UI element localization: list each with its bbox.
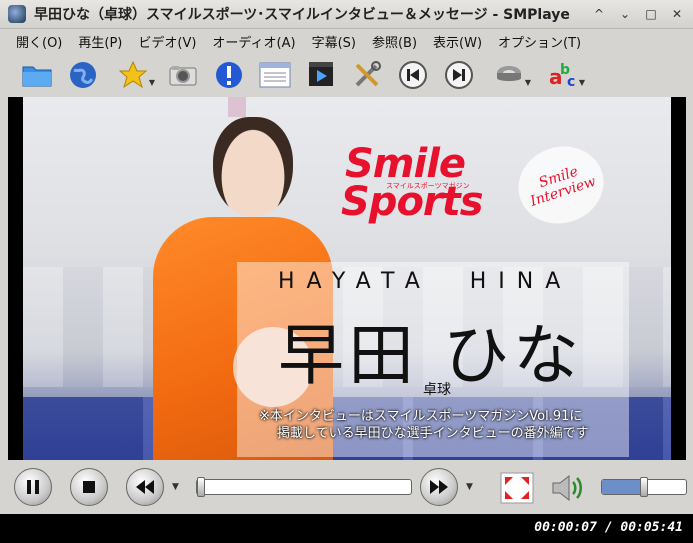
folder-icon	[22, 66, 52, 87]
chevron-down-icon: ▼	[524, 78, 531, 87]
next-button[interactable]	[440, 57, 478, 93]
audio-track-button[interactable]: ▼	[486, 57, 532, 93]
smile-sports-logo: Smile Sports スマイルスポーツマガジン	[341, 141, 511, 225]
subtitles-button[interactable]: a b c ▼	[540, 57, 586, 93]
rewind-menu-chevron-icon[interactable]: ▼	[172, 482, 179, 492]
info-button[interactable]	[210, 57, 248, 93]
maximize-button[interactable]: □	[641, 4, 661, 24]
main-toolbar: ▼ ▼ a b c ▼	[0, 53, 693, 97]
forward-icon	[430, 480, 448, 494]
video-frame-image: Smile Sports スマイルスポーツマガジン Smile Intervie…	[23, 97, 671, 460]
shade-button[interactable]: ^	[589, 4, 609, 24]
chevron-down-icon: ▼	[148, 78, 155, 87]
caption-line-2: 掲載している早田ひな選手インタビューの番外編です	[277, 426, 589, 441]
menu-options[interactable]: オプション(T)	[490, 32, 589, 51]
playlist-button[interactable]	[256, 57, 294, 93]
fullscreen-button[interactable]	[497, 470, 537, 506]
background-sign	[228, 97, 246, 117]
athlete-sport: 卓球	[423, 382, 451, 398]
favorites-star-icon	[118, 60, 148, 89]
menu-subtitles[interactable]: 字幕(S)	[304, 32, 364, 51]
menu-play[interactable]: 再生(P)	[70, 32, 130, 51]
globe-icon	[70, 62, 96, 88]
seek-slider[interactable]	[196, 477, 412, 497]
previous-button[interactable]	[394, 57, 432, 93]
volume-slider[interactable]	[601, 477, 687, 497]
next-icon	[445, 61, 473, 89]
menu-view[interactable]: 表示(W)	[425, 32, 490, 51]
caption-note: ※本インタビューはスマイルスポーツマガジンVol.91に 掲載している早田ひな選…	[259, 408, 669, 442]
status-bar: 00:00:07 / 00:05:41	[0, 514, 693, 543]
close-button[interactable]: ✕	[667, 4, 687, 24]
menu-open[interactable]: 開く(O)	[8, 32, 70, 51]
chevron-down-icon: ▼	[578, 78, 585, 87]
open-url-button[interactable]	[64, 57, 102, 93]
audio-track-icon	[497, 66, 521, 81]
svg-text:c: c	[567, 74, 575, 90]
rewind-button[interactable]	[126, 468, 164, 506]
volume-level	[602, 480, 644, 494]
smile-interview-badge: Smile Interview	[508, 135, 614, 235]
smplayer-app-icon	[8, 5, 26, 23]
menu-browse[interactable]: 参照(B)	[364, 32, 425, 51]
favorites-button[interactable]: ▼	[110, 57, 156, 93]
pause-icon	[27, 480, 39, 494]
volume-handle[interactable]	[640, 477, 648, 497]
pause-button[interactable]	[14, 468, 52, 506]
athlete-head	[213, 117, 293, 217]
video-display[interactable]: Smile Sports スマイルスポーツマガジン Smile Intervie…	[8, 97, 686, 460]
stop-button[interactable]	[70, 468, 108, 506]
screenshot-camera-icon	[169, 66, 197, 86]
athlete-romaji-name: HAYATA HINA	[278, 269, 573, 294]
fullscreen-icon	[500, 472, 534, 504]
stop-icon	[83, 481, 95, 493]
info-icon	[216, 62, 242, 88]
logo-subtitle: スマイルスポーツマガジン	[386, 182, 470, 190]
rewind-icon	[136, 480, 154, 494]
forward-button[interactable]	[420, 468, 458, 506]
mute-button[interactable]	[547, 470, 589, 506]
menu-bar: 開く(O) 再生(P) ビデオ(V) オーディオ(A) 字幕(S) 参照(B) …	[0, 29, 693, 53]
playback-controls: ▼ ▼	[0, 460, 693, 514]
preferences-button[interactable]	[348, 57, 386, 93]
video-clip-button[interactable]	[302, 57, 340, 93]
open-file-button[interactable]	[18, 57, 56, 93]
window-title: 早田ひな（卓球）スマイルスポーツ･スマイルインタビュー＆メッセージ - SMPl…	[34, 7, 570, 23]
seek-handle[interactable]	[197, 477, 206, 497]
menu-audio[interactable]: オーディオ(A)	[204, 32, 303, 51]
forward-menu-chevron-icon[interactable]: ▼	[466, 482, 473, 492]
video-clip-icon	[309, 62, 333, 86]
minimize-button[interactable]: ⌄	[615, 4, 635, 24]
window-controls: ^ ⌄ □ ✕	[589, 4, 687, 24]
logo-line-smile: Smile	[345, 141, 466, 187]
speaker-volume-icon	[552, 474, 582, 502]
previous-icon	[399, 61, 427, 89]
subtitles-icon: a b c	[549, 62, 575, 90]
menu-video[interactable]: ビデオ(V)	[130, 32, 204, 51]
title-bar: 早田ひな（卓球）スマイルスポーツ･スマイルインタビュー＆メッセージ - SMPl…	[0, 0, 693, 29]
caption-line-1: ※本インタビューはスマイルスポーツマガジンVol.91に	[259, 409, 583, 424]
playback-time: 00:00:07 / 00:05:41	[534, 520, 683, 535]
playlist-icon	[259, 62, 291, 88]
screenshot-button[interactable]	[164, 57, 202, 93]
preferences-tools-icon	[355, 61, 381, 87]
